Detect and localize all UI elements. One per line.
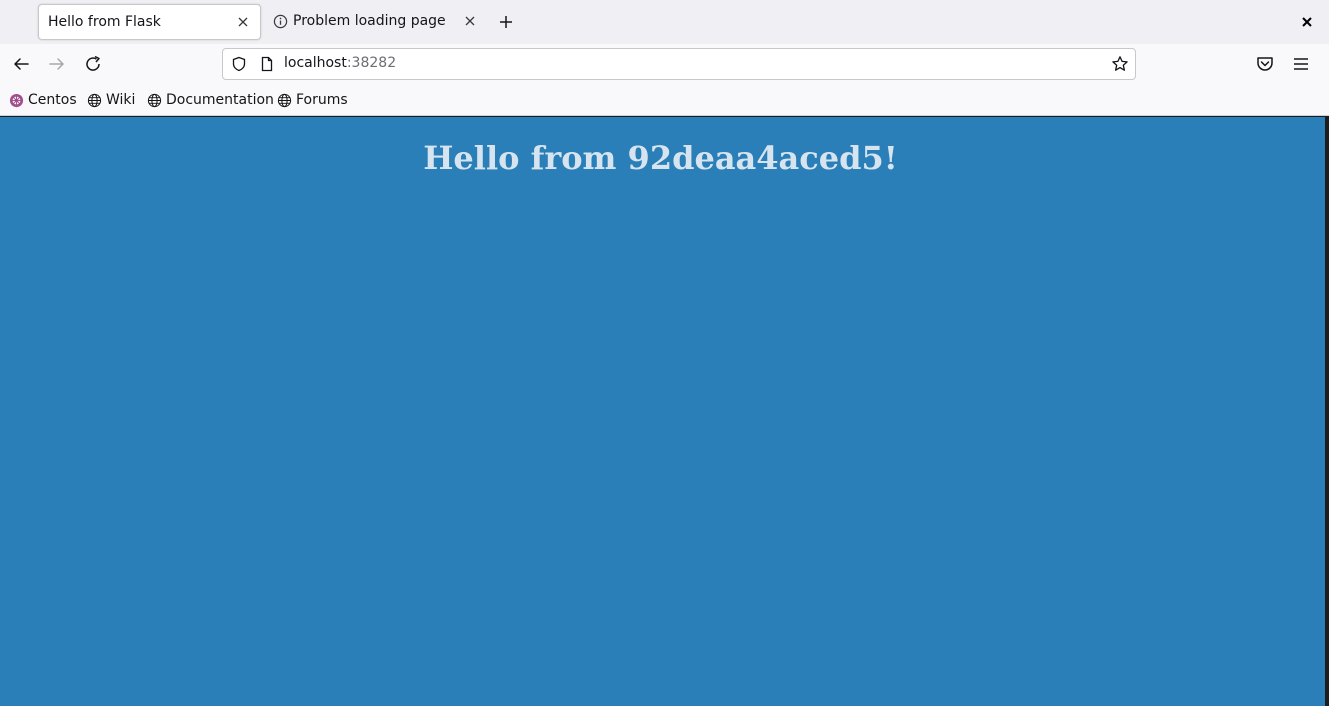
page-content: Hello from 92deaa4aced5! [0,117,1325,706]
bookmark-documentation[interactable]: Documentation [147,91,274,109]
new-tab-icon[interactable] [496,12,516,32]
info-icon [273,14,288,29]
url-host: localhost [284,55,347,71]
address-bar[interactable]: localhost:38282 [222,48,1136,80]
centos-icon [9,93,24,107]
reload-icon[interactable] [82,53,104,75]
bookmark-label: Wiki [106,92,136,108]
back-arrow-icon[interactable] [10,53,32,75]
bookmark-wiki[interactable]: Wiki [87,91,135,109]
url-text[interactable]: localhost:38282 [284,55,396,71]
page-icon[interactable] [259,56,275,72]
menu-icon[interactable] [1290,53,1312,75]
shield-icon[interactable] [231,56,247,72]
window-close-icon[interactable] [1297,12,1317,32]
bookmark-star-icon[interactable] [1111,55,1129,73]
tab-strip: Hello from Flask Problem loading page [0,0,1329,44]
tab-hello-from-flask[interactable]: Hello from Flask [38,4,261,40]
bookmark-forums[interactable]: Forums [277,91,348,109]
close-tab-icon[interactable] [236,15,250,29]
tab-label: Problem loading page [293,13,446,29]
close-tab-icon[interactable] [463,14,477,28]
globe-icon [277,93,292,107]
navigation-toolbar: localhost:38282 [0,44,1329,84]
globe-icon [147,93,162,107]
forward-arrow-icon[interactable] [46,53,68,75]
tab-problem-loading-page[interactable]: Problem loading page [264,4,487,40]
bookmark-label: Documentation [166,92,274,108]
bookmarks-toolbar: Centos Wiki Documentation Forums [0,84,1329,116]
bookmark-label: Centos [28,92,77,108]
globe-icon [87,93,102,107]
page-heading: Hello from 92deaa4aced5! [423,139,898,177]
url-port: :38282 [346,55,397,71]
tab-label: Hello from Flask [48,14,161,30]
bookmark-label: Forums [296,92,348,108]
browser-window: Hello from Flask Problem loading page lo… [0,0,1329,706]
window-edge [1325,117,1329,706]
bookmark-centos[interactable]: Centos [9,91,77,109]
pocket-icon[interactable] [1254,53,1276,75]
